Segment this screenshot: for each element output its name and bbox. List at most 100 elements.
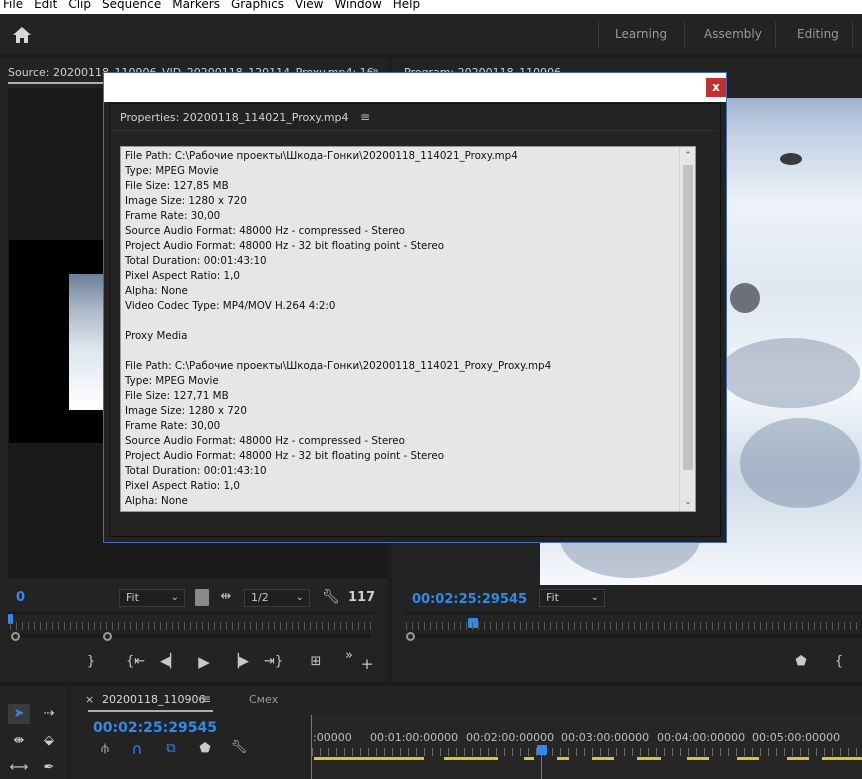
property-line: File Path: C:\Рабочие проекты\Шкода-Гонк… [125,150,518,162]
menu-graphics[interactable]: Graphics [228,0,292,11]
selection-tool-icon[interactable]: ➤ [8,704,30,724]
close-tab-icon[interactable]: × [85,693,94,706]
workspace-separator [598,22,599,48]
program-zoom-handle[interactable] [406,632,415,641]
property-line: Pixel Aspect Ratio: 1,0 [125,270,240,282]
properties-text-area[interactable]: File Path: C:\Рабочие проекты\Шкода-Гонк… [120,146,696,512]
property-line: Source Audio Format: 48000 Hz - compress… [125,435,405,447]
ruler-label: 00:04:00:00000 [657,731,746,744]
drag-video-icon[interactable]: ⇹ [217,589,235,604]
add-marker-icon[interactable]: ⬟ [792,654,810,669]
property-line: File Size: 127,85 MB [125,180,229,192]
timeline-ticks [312,748,862,756]
tools-panel: ➤ ⇢ ⇼ ⬙ ⟷ ✒ [0,686,70,779]
source-ruler-ticks [10,622,372,630]
sequence-tab[interactable]: 20200118_110906 [102,693,205,706]
ripple-edit-tool-icon[interactable]: ⇼ [8,731,30,751]
source-zoom-select[interactable]: Fit ⌄ [119,589,185,607]
sequence-tab-underline [88,710,213,712]
property-line [125,314,680,329]
source-resolution-select[interactable]: 1/2 ⌄ [244,589,310,607]
timeline-settings-icon[interactable]: 🔧︎ [230,740,248,755]
property-line: Alpha: None [125,495,188,507]
track-select-tool-icon[interactable]: ⇢ [38,704,60,724]
property-line: Video Codec Type: MP4/MOV H.264 4:2:0 [125,300,336,312]
clip-settings-icon[interactable] [195,589,209,606]
program-zoom-select[interactable]: Fit ⌄ [539,589,605,607]
ruler-label: 00:01:00:00000 [370,731,459,744]
property-line: Source Audio Format: 48000 Hz - compress… [125,225,405,237]
render-bar [524,757,534,760]
scroll-thumb[interactable] [683,165,693,470]
menu-help[interactable]: Help [390,0,428,11]
mark-in-icon[interactable]: { [830,654,848,669]
razor-tool-icon[interactable]: ⬙ [38,731,60,751]
program-ruler-ticks [406,622,862,630]
mix-tab[interactable]: Смех [249,693,278,706]
chevron-down-icon: ⌄ [590,592,599,603]
property-line: Frame Rate: 30,00 [125,210,221,222]
timeline-playhead[interactable] [537,745,547,755]
add-marker-icon[interactable]: ⬟ [196,741,214,756]
render-bar [822,757,862,760]
go-to-in-icon[interactable]: {⇤ [126,654,145,669]
play-icon[interactable]: ▶ [195,653,213,671]
work-area-start [311,715,312,779]
menu-file[interactable]: File [0,0,31,11]
workspace-assembly[interactable]: Assembly [704,27,762,41]
snap-icon[interactable]: ∩ [128,740,146,758]
source-zoom-scrollbar[interactable] [14,634,371,638]
timeline-ruler[interactable] [312,715,862,779]
property-line: Type: MPEG Movie [125,375,219,387]
render-bar [557,757,569,760]
linked-selection-icon[interactable]: ⧉ [162,741,180,756]
step-forward-icon[interactable]: ▕▶ [229,654,249,669]
property-line: Alpha: None [125,285,188,297]
source-timecode[interactable]: 0 [16,590,25,605]
slip-tool-icon[interactable]: ⟷ [8,758,30,778]
menu-clip[interactable]: Clip [65,0,99,11]
menu-sequence[interactable]: Sequence [99,0,169,11]
mark-out-icon[interactable]: } [82,654,100,669]
wrench-icon[interactable]: 🔧︎ [322,589,340,605]
properties-tab-label: Properties: 20200118_114021_Proxy.mp4 [120,111,349,124]
dialog-close-button[interactable]: x [706,78,726,97]
ruler-label: 00:05:00:00000 [752,731,841,744]
pen-tool-icon[interactable]: ✒ [38,758,60,778]
source-zoom-handle-left[interactable] [11,632,20,641]
source-resolution-value: 1/2 [251,591,269,604]
dialog-titlebar[interactable] [103,72,727,102]
properties-tab[interactable]: Properties: 20200118_114021_Proxy.mp4 ≡ [120,110,370,124]
scroll-up-icon[interactable]: ⌃ [682,149,694,163]
program-ruler-track[interactable] [404,612,862,614]
program-timecode[interactable]: 00:02:25:29545 [412,592,527,607]
timeline-timecode[interactable]: 00:02:25:29545 [93,720,217,736]
tab-menu-icon[interactable]: ≡ [201,692,211,706]
render-bar [444,757,498,760]
insert-icon[interactable]: ⊞ [307,654,325,669]
properties-text: File Path: C:\Рабочие проекты\Шкода-Гонк… [125,149,680,509]
property-line: Image Size: 1280 x 720 [125,405,247,417]
menu-window[interactable]: Window [331,0,389,11]
workspace-editing[interactable]: Editing [797,27,839,41]
properties-scrollbar[interactable]: ⌃ ⌄ [679,147,695,511]
add-button-icon[interactable]: + [358,655,376,673]
menu-markers[interactable]: Markers [169,0,228,11]
home-icon[interactable] [10,24,34,46]
go-to-out-icon[interactable]: ⇥} [264,654,283,669]
more-controls-icon[interactable]: » [340,648,358,663]
step-back-icon[interactable]: ◀▏ [160,654,180,669]
tab-menu-icon[interactable]: ≡ [360,110,370,124]
program-zoom-scrollbar[interactable] [410,634,862,638]
source-ruler-track[interactable] [8,612,374,614]
source-zoom-value: Fit [126,591,139,604]
menu-edit[interactable]: Edit [31,0,65,11]
menu-view[interactable]: View [292,0,331,11]
property-line: File Path: C:\Рабочие проекты\Шкода-Гонк… [125,360,552,372]
ruler-label: 00:02:00:00000 [466,731,555,744]
workspace-learning[interactable]: Learning [615,27,667,41]
scroll-down-icon[interactable]: ⌄ [682,495,694,509]
timeline-playhead-line [541,755,542,779]
insert-nest-icon[interactable]: ⫛ [96,741,114,756]
source-zoom-handle-right[interactable] [103,632,112,641]
